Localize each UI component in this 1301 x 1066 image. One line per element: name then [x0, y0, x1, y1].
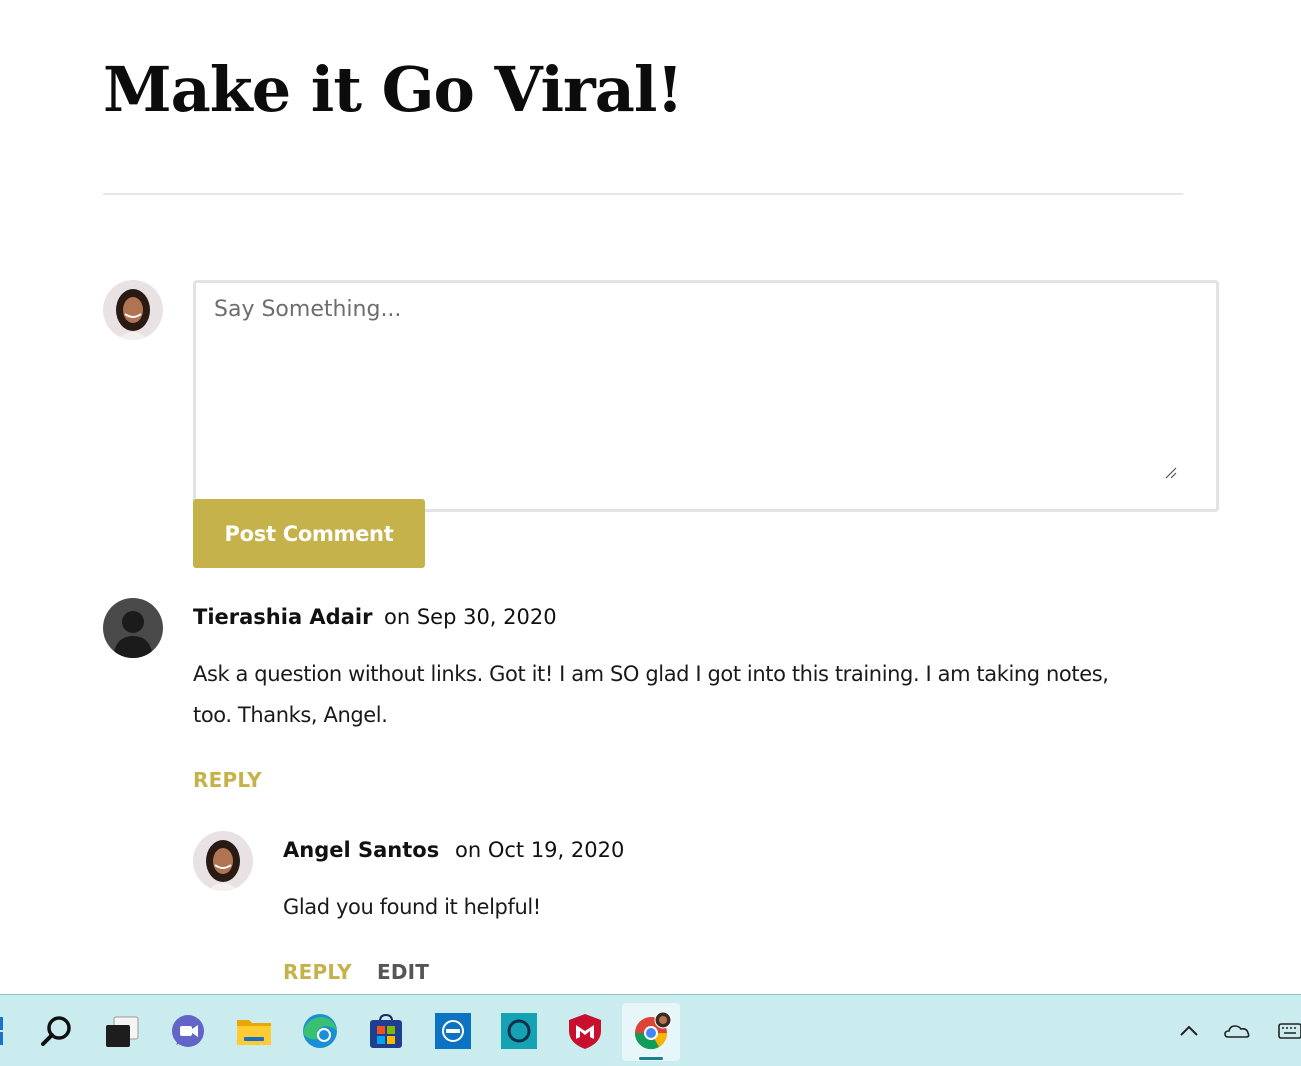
comment-text-line: too. Thanks, Angel.	[193, 703, 388, 727]
file-explorer-icon[interactable]	[234, 1011, 274, 1051]
current-user-avatar	[103, 280, 163, 340]
reply-link[interactable]: REPLY	[193, 768, 262, 792]
comment-author[interactable]: Tierashia Adair	[193, 605, 372, 629]
keyboard-icon[interactable]	[1273, 1017, 1301, 1045]
reply-link[interactable]: REPLY	[283, 960, 352, 984]
comment-date: on Sep 30, 2020	[384, 605, 557, 629]
chevron-up-icon[interactable]	[1175, 1017, 1203, 1045]
comment-text-line: Ask a question without links. Got it! I …	[193, 662, 1109, 686]
onedrive-icon[interactable]	[1223, 1017, 1251, 1045]
search-icon[interactable]	[37, 1011, 77, 1051]
comment-author[interactable]: Angel Santos	[283, 838, 439, 862]
page-title: Make it Go Viral!	[103, 53, 684, 126]
start-icon[interactable]	[0, 1011, 12, 1051]
chrome-icon[interactable]	[631, 1011, 671, 1051]
divider	[103, 193, 1183, 195]
active-app-indicator	[639, 1057, 663, 1060]
edge-icon[interactable]	[300, 1011, 340, 1051]
resize-grip-icon[interactable]	[1163, 465, 1177, 479]
store-icon[interactable]	[366, 1011, 406, 1051]
taskbar	[0, 994, 1301, 1066]
comment-input[interactable]	[193, 280, 1219, 512]
post-comment-button[interactable]: Post Comment	[193, 499, 425, 568]
task-view-icon[interactable]	[102, 1011, 142, 1051]
mcafee-icon[interactable]	[565, 1011, 605, 1051]
dell-icon[interactable]	[433, 1011, 473, 1051]
reply-author-avatar	[193, 831, 253, 891]
teams-chat-icon[interactable]	[168, 1011, 208, 1051]
comment-date: on Oct 19, 2020	[455, 838, 625, 862]
alexa-icon[interactable]	[499, 1011, 539, 1051]
commenter-avatar	[103, 598, 163, 658]
edit-link[interactable]: EDIT	[377, 960, 429, 984]
comment-text: Glad you found it helpful!	[283, 895, 541, 919]
page: Make it Go Viral! Post Comment Tierashia…	[0, 0, 1301, 1066]
